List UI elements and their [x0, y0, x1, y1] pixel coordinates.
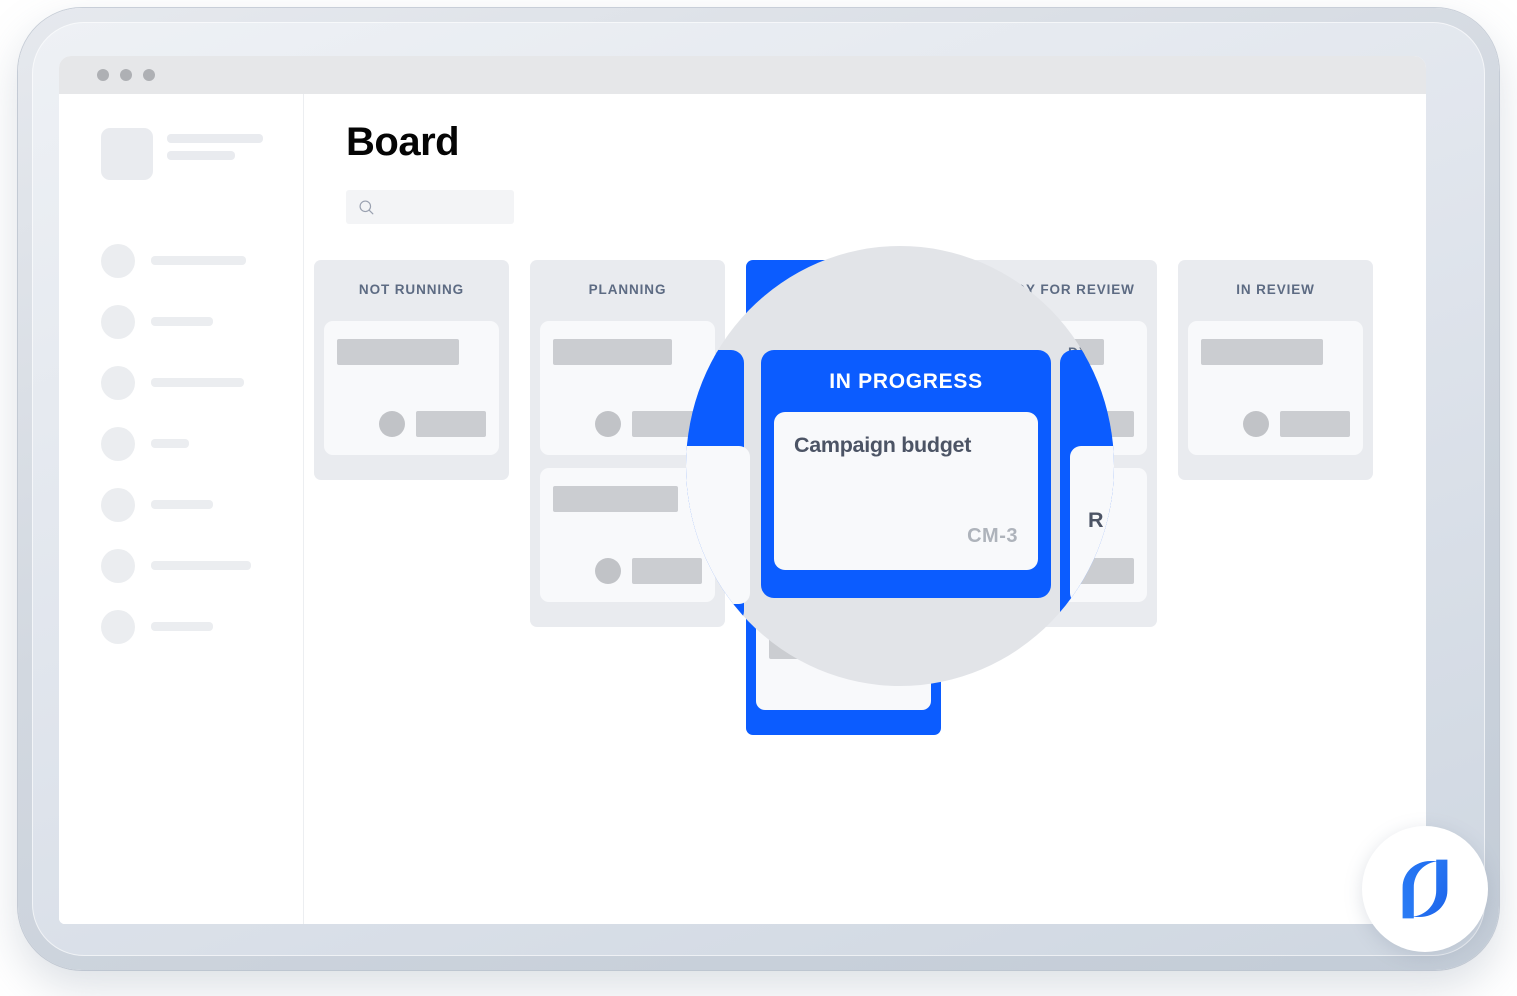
column-title: IN REVIEW: [1236, 282, 1315, 297]
magnifier-card-right: R: [1070, 446, 1114, 604]
magnifier-lens: NING DY FO R IN PROGRESS Campaign budget…: [686, 246, 1114, 686]
magnifier-card-left: [686, 446, 750, 604]
magnifier-card-title: Campaign budget: [794, 433, 972, 457]
window-controls: [97, 69, 155, 81]
board-card[interactable]: [324, 321, 499, 455]
app-logo-placeholder-icon: [101, 128, 153, 180]
magnifier-card-key: CM-3: [967, 525, 1018, 547]
card-meta-placeholder: [1280, 411, 1350, 437]
sidebar-brand[interactable]: [59, 128, 303, 180]
card-title-placeholder: [553, 339, 673, 365]
sidebar: [59, 94, 304, 924]
minimize-icon[interactable]: [120, 69, 132, 81]
board-column-not-running[interactable]: NOT RUNNING: [314, 260, 509, 480]
sidebar-item-label: [151, 561, 251, 570]
close-icon[interactable]: [97, 69, 109, 81]
screenshot-root: Board NOT RUNNING PLANNING READY FOR REV…: [0, 0, 1517, 996]
sidebar-item-label: [151, 378, 244, 387]
sidebar-nav: [59, 230, 303, 657]
card-title-placeholder: [1201, 339, 1324, 365]
board-column-in-review[interactable]: IN REVIEW: [1178, 260, 1373, 480]
maximize-icon[interactable]: [143, 69, 155, 81]
sidebar-item-7[interactable]: [59, 596, 303, 657]
magnifier-column-in-progress: IN PROGRESS Campaign budget CM-3: [761, 350, 1051, 598]
sidebar-brand-line-secondary: [167, 151, 235, 160]
search-field[interactable]: [376, 199, 496, 215]
card-footer: [553, 411, 702, 437]
magnifier-card-right-text: R: [1088, 508, 1104, 532]
sidebar-item-2[interactable]: [59, 291, 303, 352]
sidebar-item-label: [151, 256, 246, 265]
board-card[interactable]: [1188, 321, 1363, 455]
sidebar-item-5[interactable]: [59, 474, 303, 535]
sidebar-brand-line-primary: [167, 134, 263, 143]
assignee-avatar-icon: [1243, 411, 1269, 437]
wave-logo-icon: [1402, 859, 1448, 919]
magnifier-column-right: R: [1060, 350, 1114, 624]
magnifier-card-campaign-budget: Campaign budget CM-3: [774, 412, 1038, 570]
sidebar-item-1[interactable]: [59, 230, 303, 291]
brand-badge: [1362, 826, 1488, 952]
sidebar-item-3[interactable]: [59, 352, 303, 413]
sidebar-item-label: [151, 500, 213, 509]
window-titlebar: [59, 56, 1426, 94]
card-footer: [1201, 411, 1350, 437]
assignee-avatar-icon: [379, 411, 405, 437]
sidebar-item-6[interactable]: [59, 535, 303, 596]
user-avatar-icon: [101, 365, 135, 400]
column-title: NOT RUNNING: [358, 282, 465, 297]
user-avatar-icon: [101, 609, 135, 644]
assignee-avatar-icon: [595, 558, 621, 584]
card-meta-placeholder: [416, 411, 486, 437]
user-avatar-icon: [101, 243, 135, 278]
search-input[interactable]: [346, 190, 514, 224]
sidebar-brand-lines: [167, 134, 263, 160]
magnifier-content: NING DY FO R IN PROGRESS Campaign budget…: [686, 246, 1114, 686]
assignee-avatar-icon: [595, 411, 621, 437]
card-title-placeholder: [337, 339, 460, 365]
user-avatar-icon: [101, 426, 135, 461]
user-avatar-icon: [101, 304, 135, 339]
user-avatar-icon: [101, 548, 135, 583]
sidebar-item-label: [151, 439, 189, 448]
user-avatar-icon: [101, 487, 135, 522]
magnifier-column-left: [686, 350, 750, 624]
magnifier-column-title: IN PROGRESS: [829, 370, 983, 393]
sidebar-item-label: [151, 317, 213, 326]
card-footer: [337, 411, 486, 437]
search-icon: [359, 199, 374, 214]
card-title-placeholder: [553, 486, 679, 512]
sidebar-item-4[interactable]: [59, 413, 303, 474]
card-footer: [553, 558, 702, 584]
sidebar-item-label: [151, 622, 213, 631]
page-title: Board: [346, 120, 460, 164]
